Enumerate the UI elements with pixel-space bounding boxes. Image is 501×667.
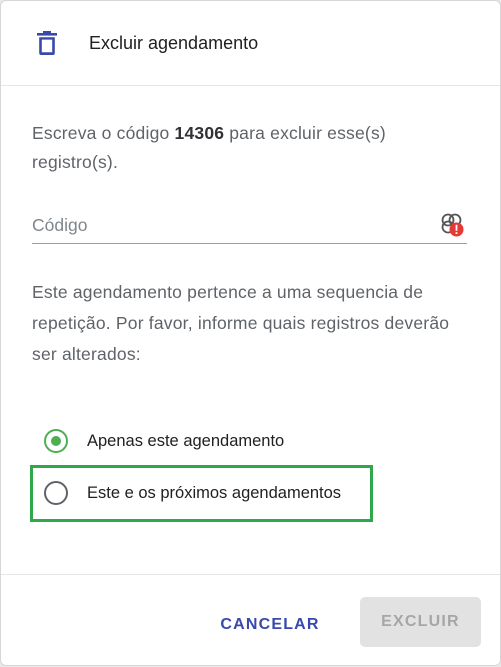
option-only-this[interactable]: Apenas este agendamento <box>44 428 284 454</box>
option-this-and-next-label: Este e os próximos agendamentos <box>87 483 342 502</box>
radio-this-and-next[interactable] <box>44 481 68 505</box>
instruction-prefix: Escreva o código <box>32 123 175 143</box>
trash-icon <box>37 31 57 55</box>
confirmation-instruction: Escreva o código 14306 para excluir esse… <box>32 119 472 177</box>
dialog-footer: CANCELAR EXCLUIR <box>1 574 500 667</box>
sequence-message: Este agendamento pertence a uma sequenci… <box>32 282 450 364</box>
dialog-header: Excluir agendamento <box>1 1 500 86</box>
code-field <box>32 209 467 244</box>
delete-button[interactable]: EXCLUIR <box>360 597 481 647</box>
option-only-this-label: Apenas este agendamento <box>87 431 285 450</box>
confirmation-code: 14306 <box>174 123 225 143</box>
extension-warning-icon[interactable] <box>438 211 466 239</box>
option-this-and-next[interactable]: Este e os próximos agendamentos <box>44 480 341 506</box>
radio-only-this[interactable] <box>44 429 68 453</box>
code-input[interactable] <box>32 209 432 241</box>
cancel-button[interactable]: CANCELAR <box>211 605 329 645</box>
delete-schedule-dialog: Excluir agendamento Escreva o código 143… <box>0 0 501 666</box>
dialog-title: Excluir agendamento <box>89 33 259 53</box>
